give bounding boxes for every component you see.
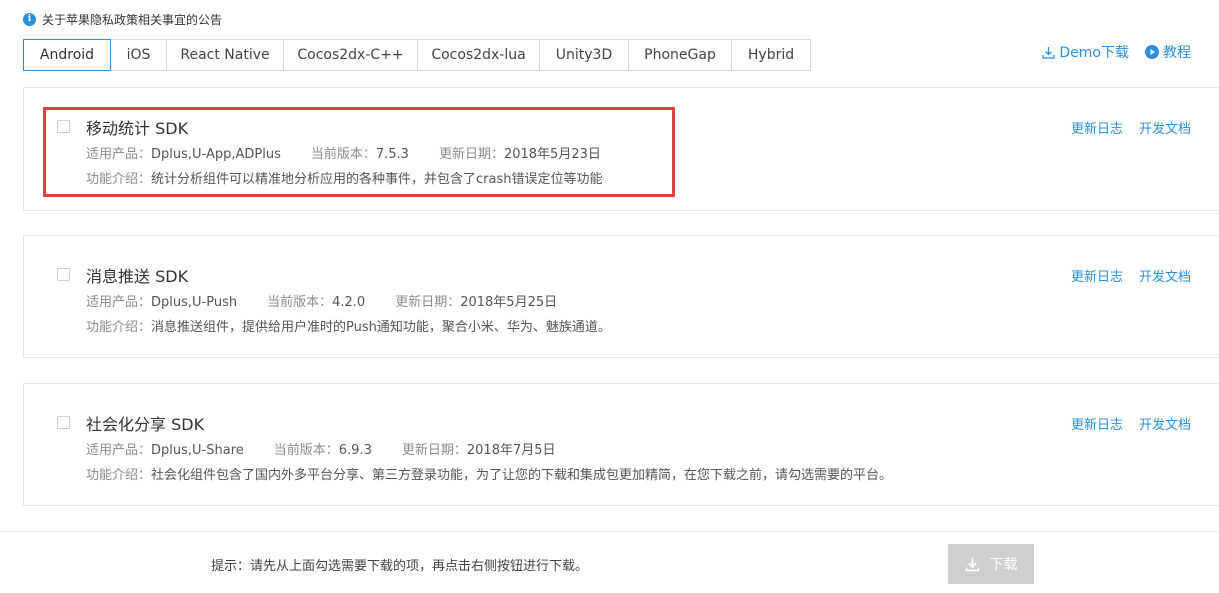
tab-ios[interactable]: iOS xyxy=(111,40,167,70)
tab-react-native[interactable]: React Native xyxy=(167,40,284,70)
sdk-meta: 适用产品：Dplus,U-Share 当前版本：6.9.3 更新日期：2018年7月… xyxy=(86,443,556,458)
download-button[interactable]: 下载 xyxy=(948,544,1034,584)
tab-hybrid[interactable]: Hybrid xyxy=(732,40,810,70)
demo-download-link[interactable]: Demo下载 xyxy=(1042,42,1129,62)
sdk-products: Dplus,U-App,ADPlus xyxy=(151,147,281,162)
sdk-title: 社会化分享 SDK xyxy=(86,415,205,434)
play-circle-icon xyxy=(1145,45,1159,59)
tab-cocos2dx-cpp[interactable]: Cocos2dx-C++ xyxy=(284,40,418,70)
docs-link[interactable]: 开发文档 xyxy=(1139,414,1191,433)
announcement-notice[interactable]: i 关于苹果隐私政策相关事宜的公告 xyxy=(23,10,222,28)
download-button-label: 下载 xyxy=(989,557,1018,573)
tab-android[interactable]: Android xyxy=(23,39,111,71)
platform-tabs: Android iOS React Native Cocos2dx-C++ Co… xyxy=(23,39,811,71)
sdk-meta: 适用产品：Dplus,U-App,ADPlus 当前版本：7.5.3 更新日期：20… xyxy=(86,147,601,162)
tab-unity3d[interactable]: Unity3D xyxy=(540,40,629,70)
sdk-card-analytics: 移动统计 SDK 适用产品：Dplus,U-App,ADPlus 当前版本：7.5… xyxy=(23,87,1219,211)
top-links: Demo下载 教程 xyxy=(1026,42,1191,62)
download-hint: 提示：请先从上面勾选需要下载的项，再点击右侧按钮进行下载。 xyxy=(211,559,589,574)
sdk-checkbox-push[interactable] xyxy=(57,268,70,281)
sdk-description: 功能介绍：社会化组件包含了国内外多平台分享、第三方登录功能，为了让您的下载和集成… xyxy=(86,468,893,483)
changelog-link[interactable]: 更新日志 xyxy=(1071,414,1123,433)
download-icon xyxy=(1042,46,1056,59)
sdk-date: 2018年7月5日 xyxy=(466,443,556,458)
sdk-card-push: 消息推送 SDK 适用产品：Dplus,U-Push 当前版本：4.2.0 更新日期… xyxy=(23,235,1219,358)
docs-link[interactable]: 开发文档 xyxy=(1139,266,1191,285)
sdk-checkbox-share[interactable] xyxy=(57,416,70,429)
sdk-card-share: 社会化分享 SDK 适用产品：Dplus,U-Share 当前版本：6.9.3 更新… xyxy=(23,383,1219,506)
changelog-link[interactable]: 更新日志 xyxy=(1071,266,1123,285)
tab-cocos2dx-lua[interactable]: Cocos2dx-lua xyxy=(418,40,540,70)
changelog-link[interactable]: 更新日志 xyxy=(1071,118,1123,137)
docs-link[interactable]: 开发文档 xyxy=(1139,118,1191,137)
sdk-description: 功能介绍：消息推送组件，提供给用户准时的Push通知功能，聚合小米、华为、魅族通… xyxy=(86,320,611,335)
tab-phonegap[interactable]: PhoneGap xyxy=(629,40,732,70)
sdk-version: 6.9.3 xyxy=(338,443,372,458)
download-icon xyxy=(965,557,980,572)
demo-download-label: Demo下载 xyxy=(1059,45,1129,61)
tutorial-label: 教程 xyxy=(1163,45,1191,61)
sdk-checkbox-analytics[interactable] xyxy=(57,120,70,133)
sdk-meta: 适用产品：Dplus,U-Push 当前版本：4.2.0 更新日期：2018年5月2… xyxy=(86,295,558,310)
announcement-text[interactable]: 关于苹果隐私政策相关事宜的公告 xyxy=(42,11,222,28)
sdk-title: 消息推送 SDK xyxy=(86,267,189,286)
sdk-links: 更新日志 开发文档 xyxy=(1055,414,1191,433)
sdk-products: Dplus,U-Share xyxy=(151,443,244,458)
sdk-title: 移动统计 SDK xyxy=(86,119,189,138)
sdk-links: 更新日志 开发文档 xyxy=(1055,118,1191,137)
sdk-links: 更新日志 开发文档 xyxy=(1055,266,1191,285)
info-icon: i xyxy=(23,12,36,26)
sdk-date: 2018年5月25日 xyxy=(460,295,558,310)
sdk-description: 功能介绍：统计分析组件可以精准地分析应用的各种事件，并包含了crash错误定位等… xyxy=(86,172,603,187)
sdk-version: 4.2.0 xyxy=(332,295,366,310)
footer-divider xyxy=(0,531,1219,532)
tutorial-link[interactable]: 教程 xyxy=(1145,42,1191,62)
sdk-version: 7.5.3 xyxy=(375,147,409,162)
sdk-date: 2018年5月23日 xyxy=(503,147,601,162)
sdk-products: Dplus,U-Push xyxy=(151,295,238,310)
